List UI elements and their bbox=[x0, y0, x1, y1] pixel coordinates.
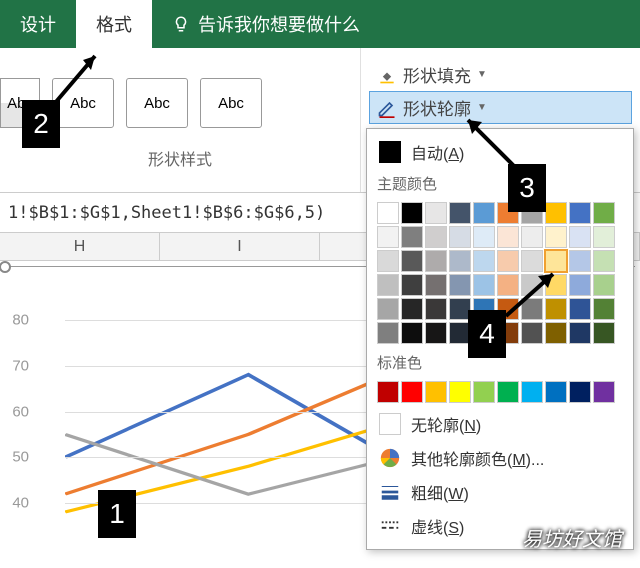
color-swatch[interactable] bbox=[449, 202, 471, 224]
color-swatch[interactable] bbox=[425, 226, 447, 248]
color-swatch[interactable] bbox=[473, 202, 495, 224]
callout-1: 1 bbox=[98, 490, 136, 538]
color-swatch[interactable] bbox=[401, 298, 423, 320]
theme-colors-label: 主题颜色 bbox=[375, 169, 625, 198]
paint-bucket-icon bbox=[377, 65, 397, 85]
pen-outline-icon bbox=[377, 98, 397, 118]
color-swatch[interactable] bbox=[449, 226, 471, 248]
color-swatch[interactable] bbox=[497, 226, 519, 248]
tell-me-label: 告诉我你想要做什么 bbox=[198, 11, 360, 37]
shape-fill-button[interactable]: 形状填充 ▼ bbox=[369, 58, 632, 91]
style-swatch[interactable]: Abc bbox=[126, 78, 188, 128]
shape-styles-label: 形状样式 bbox=[0, 146, 360, 170]
color-swatch[interactable] bbox=[569, 274, 591, 296]
color-swatch[interactable] bbox=[401, 202, 423, 224]
color-swatch[interactable] bbox=[593, 202, 615, 224]
color-swatch[interactable] bbox=[377, 226, 399, 248]
color-swatch[interactable] bbox=[401, 381, 423, 403]
color-swatch[interactable] bbox=[377, 322, 399, 344]
color-swatch[interactable] bbox=[473, 381, 495, 403]
color-swatch[interactable] bbox=[521, 226, 543, 248]
color-swatch[interactable] bbox=[569, 202, 591, 224]
color-swatch[interactable] bbox=[473, 226, 495, 248]
color-swatch[interactable] bbox=[377, 250, 399, 272]
color-swatch[interactable] bbox=[377, 381, 399, 403]
color-swatch[interactable] bbox=[449, 381, 471, 403]
color-swatch[interactable] bbox=[569, 298, 591, 320]
color-swatch[interactable] bbox=[473, 250, 495, 272]
arrow-3 bbox=[460, 112, 530, 172]
line-dash-icon bbox=[379, 515, 401, 537]
line-weight-icon bbox=[379, 481, 401, 503]
arrow-2 bbox=[45, 48, 105, 108]
color-swatch[interactable] bbox=[425, 274, 447, 296]
color-swatch[interactable] bbox=[425, 202, 447, 224]
color-swatch[interactable] bbox=[401, 322, 423, 344]
color-swatch[interactable] bbox=[401, 274, 423, 296]
color-swatch[interactable] bbox=[401, 226, 423, 248]
color-swatch[interactable] bbox=[425, 250, 447, 272]
color-swatch[interactable] bbox=[569, 322, 591, 344]
callout-2: 2 bbox=[22, 100, 60, 148]
color-swatch[interactable] bbox=[593, 298, 615, 320]
color-swatch[interactable] bbox=[401, 250, 423, 272]
tab-design[interactable]: 设计 bbox=[0, 0, 76, 48]
col-header[interactable]: I bbox=[160, 233, 320, 260]
color-swatch[interactable] bbox=[593, 322, 615, 344]
col-header[interactable]: H bbox=[0, 233, 160, 260]
color-wheel-icon bbox=[379, 447, 401, 469]
standard-color-grid bbox=[375, 377, 625, 407]
color-swatch[interactable] bbox=[497, 381, 519, 403]
color-swatch[interactable] bbox=[377, 298, 399, 320]
more-outline-colors[interactable]: 其他轮廓颜色(M)... bbox=[375, 441, 625, 475]
callout-4: 4 bbox=[468, 310, 506, 358]
watermark: 易坊好文馆 bbox=[522, 523, 622, 552]
color-swatch[interactable] bbox=[449, 250, 471, 272]
outline-weight[interactable]: 粗细(W) bbox=[375, 475, 625, 509]
color-swatch[interactable] bbox=[569, 226, 591, 248]
color-swatch[interactable] bbox=[593, 381, 615, 403]
color-swatch[interactable] bbox=[473, 274, 495, 296]
lightbulb-icon bbox=[172, 15, 190, 33]
color-swatch[interactable] bbox=[593, 226, 615, 248]
color-swatch[interactable] bbox=[545, 202, 567, 224]
chart-resize-handle[interactable] bbox=[0, 261, 11, 273]
color-swatch[interactable] bbox=[425, 322, 447, 344]
color-swatch[interactable] bbox=[569, 381, 591, 403]
tab-format[interactable]: 格式 bbox=[76, 0, 152, 48]
arrow-4 bbox=[498, 268, 568, 328]
color-swatch[interactable] bbox=[545, 381, 567, 403]
color-swatch[interactable] bbox=[425, 298, 447, 320]
color-swatch[interactable] bbox=[593, 274, 615, 296]
color-swatch[interactable] bbox=[425, 381, 447, 403]
no-color-icon bbox=[379, 413, 401, 435]
black-swatch-icon bbox=[379, 141, 401, 163]
color-swatch[interactable] bbox=[377, 274, 399, 296]
color-swatch[interactable] bbox=[593, 250, 615, 272]
color-swatch[interactable] bbox=[521, 381, 543, 403]
tell-me-search[interactable]: 告诉我你想要做什么 bbox=[172, 11, 360, 37]
chevron-down-icon: ▼ bbox=[477, 69, 487, 80]
ribbon-tabs: 设计 格式 告诉我你想要做什么 bbox=[0, 0, 640, 48]
color-swatch[interactable] bbox=[545, 226, 567, 248]
color-swatch[interactable] bbox=[377, 202, 399, 224]
style-swatch[interactable]: Abc bbox=[200, 78, 262, 128]
no-outline[interactable]: 无轮廓(N) bbox=[375, 407, 625, 441]
color-swatch[interactable] bbox=[449, 274, 471, 296]
callout-3: 3 bbox=[508, 164, 546, 212]
color-swatch[interactable] bbox=[569, 250, 591, 272]
